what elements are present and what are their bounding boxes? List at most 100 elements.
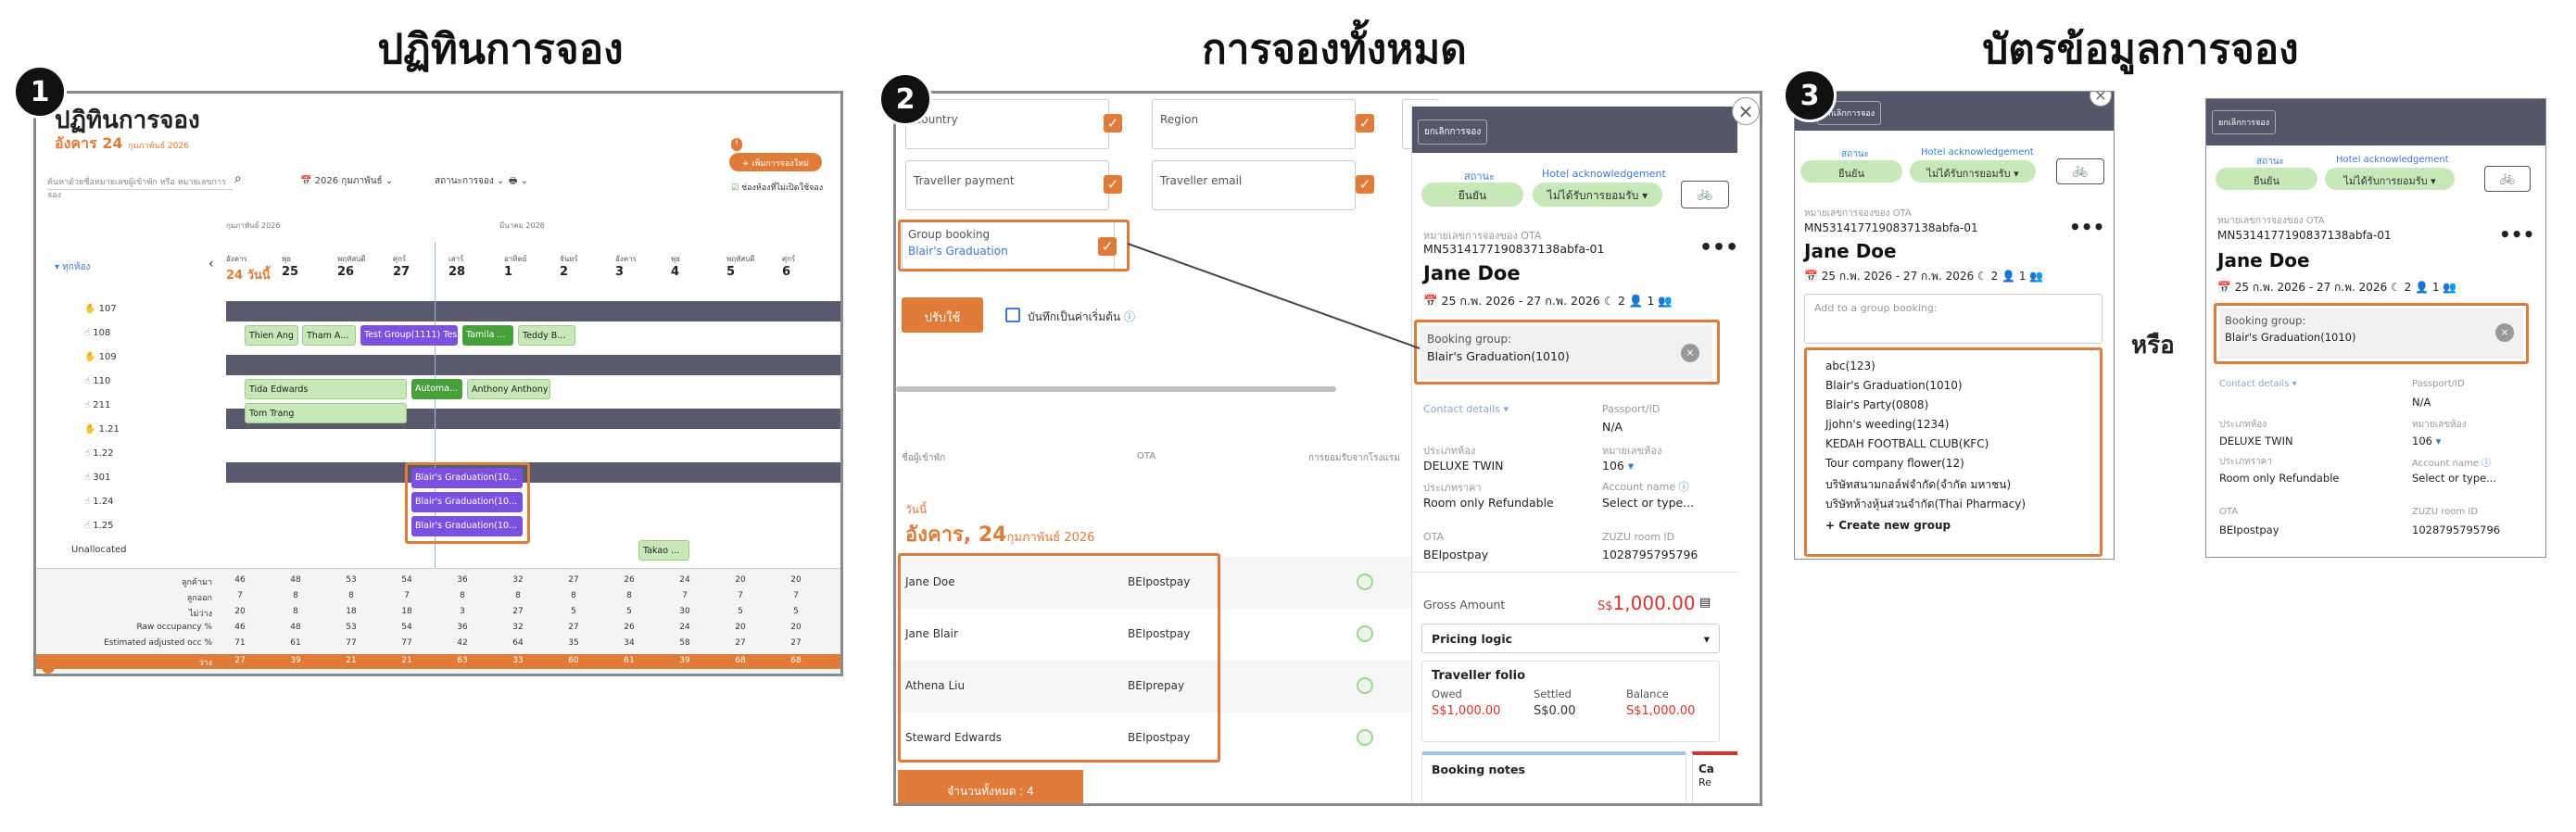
booking-bar[interactable]: Tham A... xyxy=(302,325,356,346)
room-row: ☝ 211 xyxy=(84,400,111,410)
stay-dates: 📅 25 ก.พ. 2026 - 27 ก.พ. 2026 ☾ 2 👤 1 👥 xyxy=(1804,270,2044,283)
day-header[interactable]: พฤหัสบดี 5 xyxy=(726,253,755,279)
section-title-all-bookings: การจองทั้งหมด xyxy=(1202,26,1467,73)
booking-card-dropdown-panel: ยกเลิกการจอง × สถานะ ยืนยัน Hotel acknow… xyxy=(1794,91,2115,560)
room-row: Unallocated xyxy=(71,545,127,555)
cancel-booking-button[interactable]: ยกเลิกการจอง xyxy=(2212,110,2277,134)
group-option[interactable]: Tour company flower(12) xyxy=(1807,457,2100,476)
passport-label: Passport/ID xyxy=(2412,379,2465,389)
group-option[interactable]: บริษัทสนามกอล์ฟจำกัด(จำกัด มหาชน) xyxy=(1807,476,2100,496)
booking-bar[interactable]: Tamila ... xyxy=(462,325,513,346)
room-status-icon: ☝ xyxy=(84,497,94,507)
booking-bar[interactable]: Automa... xyxy=(411,379,462,399)
month-label-mar: มีนาคม 2026 xyxy=(499,221,545,230)
zuzu-label: ZUZU room ID xyxy=(2412,507,2479,517)
group-option[interactable]: KEDAH FOOTBALL CLUB(KFC) xyxy=(1807,437,2100,457)
room-status-icon: ☝ xyxy=(84,376,94,386)
day-header[interactable]: ศุกร์ 27 xyxy=(393,253,410,279)
booking-bar[interactable]: Takao ... xyxy=(638,540,689,561)
day-header[interactable]: ศุกร์ 6 xyxy=(782,253,795,279)
room-number-label: หมายเลขห้อง xyxy=(2412,420,2467,430)
day-header[interactable]: พฤหัสบดี 26 xyxy=(337,253,366,279)
day-header[interactable]: อังคาร 24 วันนี้ xyxy=(226,253,271,284)
connector-line xyxy=(1127,243,1421,349)
status-pill[interactable]: ยืนยัน xyxy=(1800,160,1902,183)
notification-icon[interactable]: ! xyxy=(731,138,742,151)
room-row: ✋ 107 xyxy=(84,304,117,314)
status-pill[interactable]: ยืนยัน xyxy=(2216,168,2317,190)
booking-bar[interactable]: Thien Ang xyxy=(245,325,298,346)
day-header[interactable]: พุธ 4 xyxy=(671,253,680,279)
room-number-dropdown[interactable]: 106 ▾ xyxy=(2412,435,2441,448)
group-booking-input[interactable]: Add to a group booking: xyxy=(1804,294,2102,344)
rate-value: Room only Refundable xyxy=(2219,472,2340,485)
calendar-date: อังคาร 24 กุมภาพันธ์ 2026 xyxy=(55,134,189,152)
guest-name: Jane Doe xyxy=(1804,240,1897,262)
create-group-option[interactable]: + Create new group xyxy=(1807,519,2100,538)
booking-bar[interactable]: Anthony Anthony xyxy=(467,379,550,399)
step-badge-2: 2 xyxy=(878,72,932,126)
day-header[interactable]: อังคาร 3 xyxy=(615,253,637,279)
section-title-booking-card: บัตรข้อมูลการจอง xyxy=(1982,26,2299,73)
booking-bar[interactable]: Tom Trang xyxy=(245,403,407,423)
calendar-search-input[interactable]: ค้นหาด้วยชื่อหมายเลขผู้เข้าพัก หรือ หมาย… xyxy=(47,170,233,200)
room-status-icon: ☝ xyxy=(84,448,94,459)
more-icon[interactable]: ••• xyxy=(2499,223,2534,246)
room-row: ☝ 1.24 xyxy=(84,497,114,507)
step-badge-1: 1 xyxy=(13,65,67,119)
section-title-calendar: ปฏิทินการจอง xyxy=(377,26,624,73)
group-option[interactable]: abc(123) xyxy=(1807,359,2100,379)
blocked-row xyxy=(226,462,840,483)
group-option[interactable]: บริษัทห้างหุ้นส่วนจำกัด(Thai Pharmacy) xyxy=(1807,496,2100,515)
ack-dropdown[interactable]: ไม่ได้รับการยอมรับ ▾ xyxy=(2325,168,2455,190)
calendar-panel: ปฏิทินการจอง อังคาร 24 กุมภาพันธ์ 2026 ค… xyxy=(33,91,843,676)
bike-icon[interactable]: 🚲 xyxy=(2484,166,2531,192)
all-bookings-panel: Country ✓ Region ✓ Traveller payment ✓ T… xyxy=(893,91,1762,806)
ota-number: MN5314177190837138abfa-01 xyxy=(2217,229,2392,242)
room-type-label: ประเภทห้อง xyxy=(2219,420,2267,430)
prev-arrow-icon[interactable]: ‹ xyxy=(208,257,214,271)
group-option[interactable]: Blair's Party(0808) xyxy=(1807,398,2100,418)
stat-row: ไม่ว่าง 20 8 18 18 3 27 5 5 30 5 5 xyxy=(189,607,799,619)
day-header[interactable]: อาทิตย์ 1 xyxy=(504,253,526,279)
show-unassigned-toggle[interactable]: ☑ ช่องห้องที่ไม่เปิดใช้จอง xyxy=(731,181,823,194)
account-input[interactable]: Select or type... xyxy=(2412,472,2496,485)
room-filter[interactable]: ▾ ทุกห้อง xyxy=(55,260,90,274)
print-icon[interactable]: 🖶 ⌄ xyxy=(509,170,528,190)
bike-icon[interactable]: 🚲 xyxy=(2056,158,2104,184)
group-booking-dropdown: abc(123) Blair's Graduation(1010) Blair's … xyxy=(1804,347,2102,557)
zuzu-value: 1028795795796 xyxy=(2412,523,2501,536)
ack-dropdown[interactable]: ไม่ได้รับการยอมรับ ▾ xyxy=(1910,160,2036,183)
collapse-icon[interactable] xyxy=(42,661,55,674)
status-label: สถานะ xyxy=(2256,157,2284,167)
room-row: ✋ 109 xyxy=(84,352,117,362)
passport-value: N/A xyxy=(2412,396,2431,409)
new-booking-button[interactable]: + เพิ่มการจองใหม่ xyxy=(729,153,822,171)
day-header[interactable]: พุธ 25 xyxy=(282,253,298,279)
month-picker[interactable]: 📅 2026 กุมภาพันธ์ ⌄ xyxy=(300,170,393,190)
room-row: ✋ 1.21 xyxy=(84,424,120,435)
day-header[interactable]: เสาร์ 28 xyxy=(448,253,465,279)
day-header[interactable]: จันทร์ 2 xyxy=(560,253,578,279)
booking-bar[interactable]: Tida Edwards xyxy=(245,379,407,399)
stat-row: ลูกค้ามา 46 48 53 54 36 32 27 26 24 20 20 xyxy=(181,575,802,587)
room-status-icon: ☝ xyxy=(84,473,94,483)
room-row: ☝ 1.25 xyxy=(84,521,114,531)
stay-dates: 📅 25 ก.พ. 2026 - 27 ก.พ. 2026 ☾ 2 👤 1 👥 xyxy=(2217,281,2457,294)
search-icon[interactable]: ⌕ xyxy=(234,171,242,186)
status-filter[interactable]: สถานะการจอง ⌄ xyxy=(435,170,504,190)
stat-row: Raw occupancy % 46 48 53 54 36 32 27 26 24 20 20 xyxy=(136,623,802,632)
guest-name: Jane Doe xyxy=(2217,249,2310,271)
room-status-icon: ✋ xyxy=(84,352,99,362)
ack-label: Hotel acknowledgement xyxy=(2336,155,2449,165)
highlight-booking-group xyxy=(2214,303,2529,364)
month-label-feb: กุมภาพันธ์ 2026 xyxy=(226,221,281,230)
room-status-icon: ☝ xyxy=(84,328,94,338)
booking-bar[interactable]: Teddy B... xyxy=(518,325,575,346)
booking-bar[interactable]: Test Group(1111) Tes... xyxy=(360,325,458,346)
group-option[interactable]: Jjohn's weeding(1234) xyxy=(1807,418,2100,437)
more-icon[interactable]: ••• xyxy=(2069,216,2104,238)
group-option[interactable]: Blair's Graduation(1010) xyxy=(1807,379,2100,398)
room-row: ☝ 108 xyxy=(84,328,111,338)
contact-details[interactable]: Contact details ▾ xyxy=(2219,379,2297,389)
